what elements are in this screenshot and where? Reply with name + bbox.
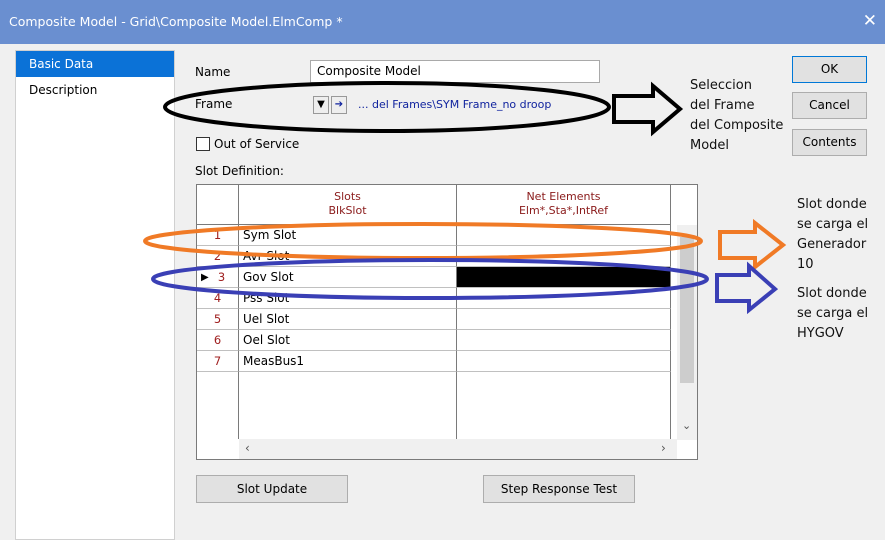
generator-arrow-icon — [718, 218, 787, 272]
annotation-line: Model — [690, 138, 730, 153]
annotation-line: Slot donde — [797, 197, 867, 212]
annotation-line: del Frame — [690, 98, 755, 113]
generator-annotation: Slot donde se carga el Generador 10 — [797, 195, 868, 275]
annotation-line: Seleccion — [690, 78, 752, 93]
annotation-line: se carga el — [797, 306, 869, 321]
gov-slot-highlight-ellipse — [151, 258, 709, 300]
hygov-annotation: Slot donde se carga el HYGOV — [797, 284, 868, 344]
frame-highlight-ellipse — [163, 81, 611, 133]
annotation-line: del Composite — [690, 118, 784, 133]
annotation-line: Generador — [797, 237, 867, 252]
annotation-line: se carga el — [797, 217, 869, 232]
frame-annotation: Seleccion del Frame del Composite Model — [690, 76, 783, 156]
annotation-line: HYGOV — [797, 326, 844, 341]
frame-arrow-icon — [612, 81, 684, 137]
sym-slot-highlight-ellipse — [143, 222, 703, 260]
annotation-line: Slot donde — [797, 286, 867, 301]
annotation-line: 10 — [797, 257, 814, 272]
hygov-arrow-icon — [715, 261, 779, 315]
